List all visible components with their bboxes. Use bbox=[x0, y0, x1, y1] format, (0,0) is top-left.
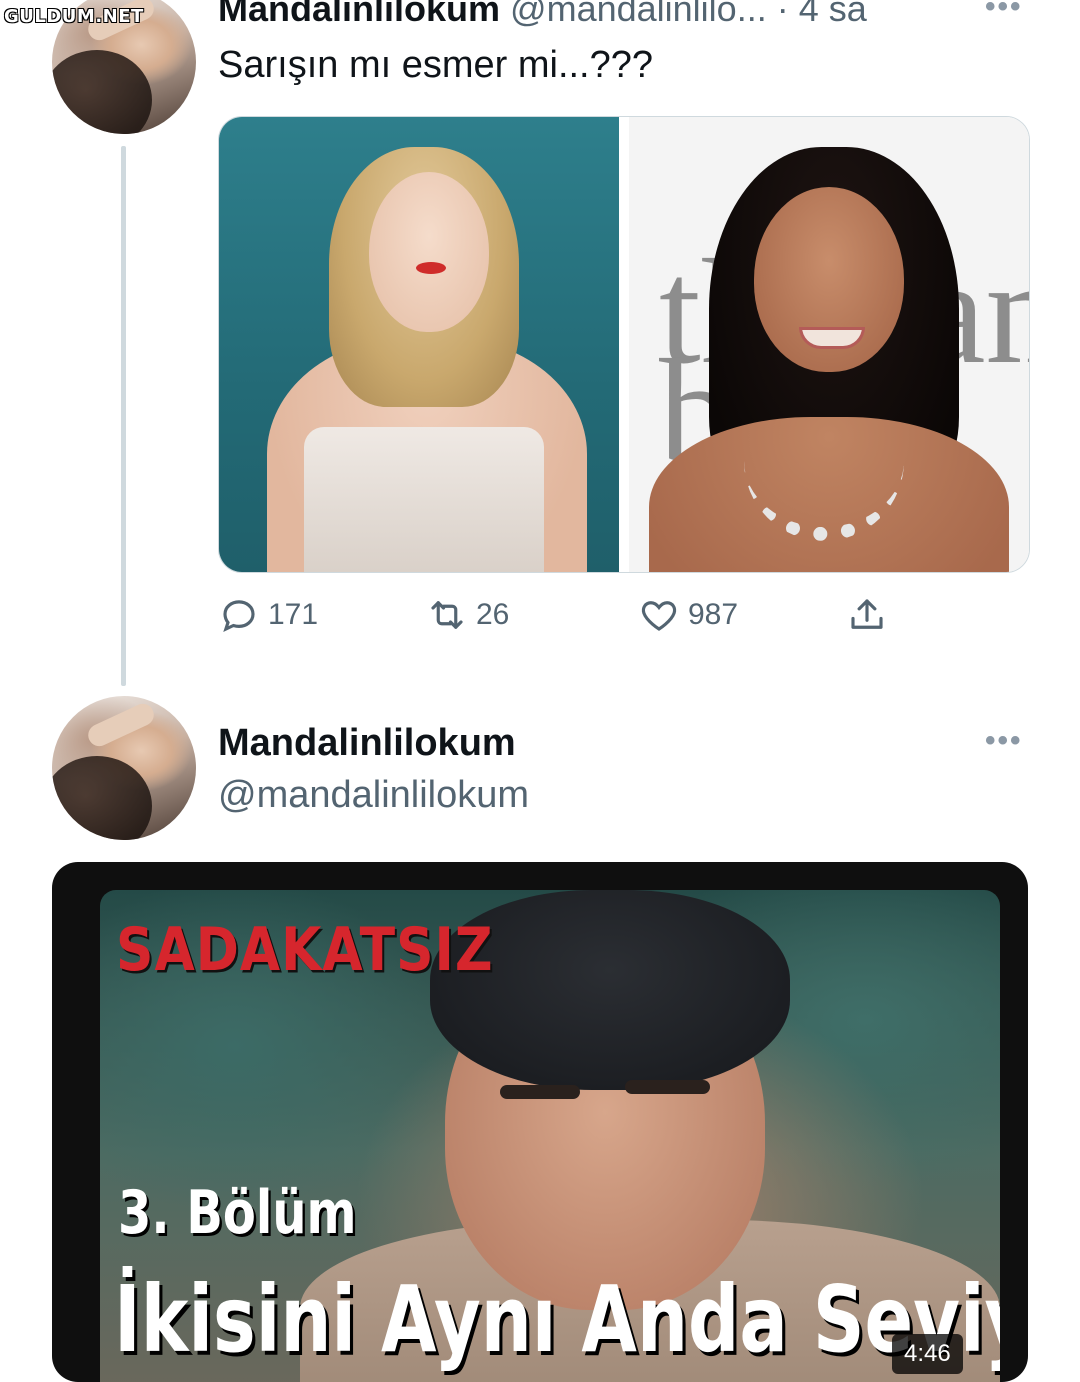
video-thumbnail[interactable]: SADAKATSIZ 3. Bölüm İkisini Aynı Anda Se… bbox=[100, 890, 1000, 1382]
photo-lips bbox=[416, 262, 446, 274]
more-dots-icon[interactable]: ••• bbox=[985, 724, 1023, 758]
photo-dress bbox=[304, 427, 544, 572]
tweet-media[interactable]: th am b bbox=[218, 116, 1030, 573]
video-duration: 4:46 bbox=[892, 1334, 963, 1374]
photo-blonde[interactable] bbox=[219, 117, 619, 572]
thumbnail-brow bbox=[625, 1080, 710, 1094]
photo-brunette[interactable]: th am b bbox=[629, 117, 1029, 572]
reply-icon bbox=[223, 600, 255, 632]
share-icon bbox=[851, 599, 883, 629]
author-name[interactable]: Mandalinlilokum bbox=[218, 722, 516, 765]
tweet-time[interactable]: 4 sa bbox=[799, 0, 867, 29]
retweet-count: 26 bbox=[476, 598, 510, 631]
thumbnail-brow bbox=[500, 1085, 580, 1099]
thread-line bbox=[121, 146, 126, 686]
video-card[interactable]: SADAKATSIZ 3. Bölüm İkisini Aynı Anda Se… bbox=[52, 862, 1028, 1382]
author-handle[interactable]: @mandalinlilokum bbox=[218, 774, 529, 817]
time-separator: · bbox=[776, 0, 789, 29]
more-dots-icon[interactable]: ••• bbox=[985, 0, 1023, 24]
like-button[interactable]: 987 bbox=[638, 594, 738, 636]
retweet-button[interactable]: 26 bbox=[426, 594, 509, 636]
retweet-icon bbox=[431, 601, 463, 629]
watermark: GULDUM.NET bbox=[4, 6, 144, 27]
avatar-hand bbox=[84, 700, 158, 750]
tweet-text: Sarışın mı esmer mi...??? bbox=[218, 44, 654, 86]
reply-button[interactable]: 171 bbox=[218, 594, 318, 636]
avatar[interactable] bbox=[52, 696, 196, 840]
photo-face bbox=[369, 172, 489, 332]
heart-icon bbox=[641, 601, 677, 631]
avatar-hair bbox=[52, 50, 152, 134]
video-caption: İkisini Aynı Anda Seviyorum bbox=[114, 1266, 1000, 1373]
tweet-actions: 171 26 987 bbox=[218, 594, 918, 640]
video-episode: 3. Bölüm bbox=[118, 1178, 357, 1248]
share-button[interactable] bbox=[846, 594, 888, 636]
reply-count: 171 bbox=[268, 598, 319, 631]
like-count: 987 bbox=[688, 598, 739, 631]
tweet-header: Mandalinlilokum @mandalinlilo... · 4 sa bbox=[218, 0, 867, 30]
author-name[interactable]: Mandalinlilokum bbox=[218, 0, 500, 29]
author-handle[interactable]: @mandalinlilo... bbox=[510, 0, 767, 29]
avatar-hair bbox=[52, 756, 152, 840]
video-show-title: SADAKATSIZ bbox=[116, 916, 494, 985]
